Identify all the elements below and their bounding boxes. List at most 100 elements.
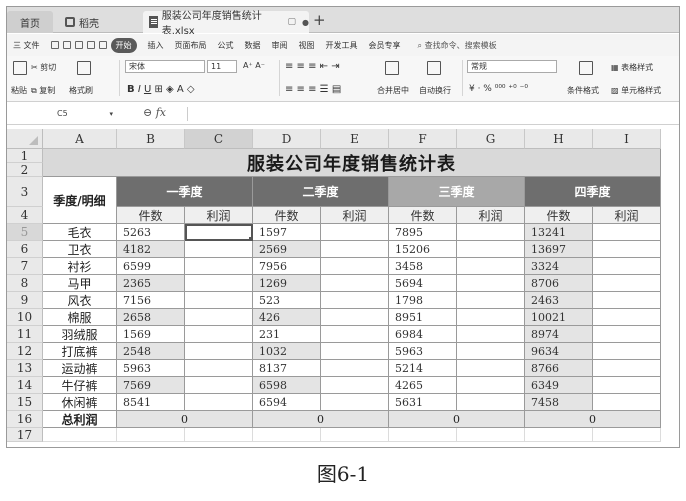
total-profit-value[interactable]: 0 [525,411,661,428]
row-header-4[interactable]: 4 [7,207,43,224]
profit-cell[interactable] [185,292,253,309]
quarter-header-3[interactable]: 三季度 [389,177,525,207]
row-header-8[interactable]: 8 [7,275,43,292]
count-cell[interactable]: 6598 [253,377,321,394]
redo-icon[interactable] [98,41,107,49]
empty-cell[interactable] [253,428,321,442]
count-cell[interactable]: 2548 [117,343,185,360]
save-icon[interactable] [50,41,59,49]
print-icon[interactable] [62,41,71,49]
count-cell[interactable]: 1032 [253,343,321,360]
count-cell[interactable]: 8974 [525,326,593,343]
profit-cell[interactable] [457,394,525,411]
count-header[interactable]: 件数 [253,207,321,224]
count-cell[interactable]: 7895 [389,224,457,241]
font-size-buttons[interactable]: A⁺ A⁻ [243,61,265,70]
count-cell[interactable]: 1269 [253,275,321,292]
empty-cell[interactable] [185,428,253,442]
profit-header[interactable]: 利润 [321,207,389,224]
profit-cell[interactable] [321,224,389,241]
profit-cell[interactable] [321,343,389,360]
menu-insert[interactable]: 插入 [148,40,164,51]
column-header-c[interactable]: C [185,129,253,149]
number-format-buttons[interactable]: ¥ · % ⁰⁰⁰ ⁺⁰ ⁻⁰ [469,84,528,94]
font-name-select[interactable]: 宋体 [125,60,205,73]
row-header-16[interactable]: 16 [7,411,43,428]
number-format-select[interactable]: 常规 [467,60,557,73]
count-cell[interactable]: 1798 [389,292,457,309]
column-header-b[interactable]: B [117,129,185,149]
count-cell[interactable]: 523 [253,292,321,309]
count-cell[interactable]: 5694 [389,275,457,292]
format-painter-button[interactable]: 格式刷 [69,85,93,96]
profit-cell[interactable] [185,394,253,411]
empty-cell[interactable] [321,428,389,442]
count-cell[interactable]: 13697 [525,241,593,258]
count-cell[interactable]: 2658 [117,309,185,326]
profit-cell[interactable] [593,377,661,394]
align-top-buttons[interactable]: ≡ ≡ ≡ ⇤ ⇥ [285,61,340,72]
count-cell[interactable]: 6594 [253,394,321,411]
product-name-cell[interactable]: 棉服 [43,309,117,326]
count-cell[interactable]: 5963 [117,360,185,377]
profit-cell[interactable] [457,258,525,275]
zoom-icon[interactable]: ⊖ [143,106,152,119]
profit-cell[interactable] [185,343,253,360]
profit-cell[interactable] [593,258,661,275]
profit-cell[interactable] [593,360,661,377]
profit-cell[interactable] [185,377,253,394]
profit-cell[interactable] [593,309,661,326]
column-header-f[interactable]: F [389,129,457,149]
product-name-cell[interactable]: 毛衣 [43,224,117,241]
paste-icon[interactable] [13,61,27,75]
count-cell[interactable]: 2463 [525,292,593,309]
count-cell[interactable]: 15206 [389,241,457,258]
count-cell[interactable]: 6349 [525,377,593,394]
profit-cell[interactable] [593,394,661,411]
profit-header[interactable]: 利润 [593,207,661,224]
profit-cell[interactable] [593,292,661,309]
count-cell[interactable]: 7156 [117,292,185,309]
count-cell[interactable]: 8137 [253,360,321,377]
profit-cell[interactable] [185,309,253,326]
count-cell[interactable]: 8706 [525,275,593,292]
profit-cell[interactable] [321,241,389,258]
count-cell[interactable]: 231 [253,326,321,343]
count-cell[interactable]: 426 [253,309,321,326]
count-cell[interactable]: 7458 [525,394,593,411]
count-cell[interactable]: 6599 [117,258,185,275]
menu-page-layout[interactable]: 页面布局 [175,40,207,51]
count-cell[interactable]: 7569 [117,377,185,394]
total-profit-value[interactable]: 0 [253,411,389,428]
profit-cell[interactable] [321,394,389,411]
paste-button[interactable]: 粘贴 [11,85,27,96]
menu-data[interactable]: 数据 [245,40,261,51]
empty-cell[interactable] [525,428,593,442]
product-name-cell[interactable]: 运动裤 [43,360,117,377]
profit-cell[interactable] [321,258,389,275]
row-header-10[interactable]: 10 [7,309,43,326]
profit-cell[interactable] [457,343,525,360]
wrap-text-icon[interactable] [427,61,441,75]
profit-cell[interactable] [321,275,389,292]
count-cell[interactable]: 8766 [525,360,593,377]
product-name-cell[interactable]: 风衣 [43,292,117,309]
tab-home[interactable]: 首页 [7,11,53,33]
total-profit-value[interactable]: 0 [389,411,525,428]
format-painter-icon[interactable] [77,61,91,75]
copy-button[interactable]: ⧉ 复制 [31,85,55,96]
menu-member[interactable]: 会员专享 [369,40,401,51]
product-name-cell[interactable]: 牛仔裤 [43,377,117,394]
menu-review[interactable]: 审阅 [272,40,288,51]
profit-cell[interactable] [593,275,661,292]
quarter-header-2[interactable]: 二季度 [253,177,389,207]
column-header-g[interactable]: G [457,129,525,149]
count-cell[interactable]: 1569 [117,326,185,343]
row-header-5[interactable]: 5 [7,224,43,241]
conditional-format-icon[interactable] [579,61,593,75]
row-header-11[interactable]: 11 [7,326,43,343]
column-header-h[interactable]: H [525,129,593,149]
merge-center-button[interactable]: 合并居中 [377,85,409,96]
row-header-13[interactable]: 13 [7,360,43,377]
column-header-e[interactable]: E [321,129,389,149]
